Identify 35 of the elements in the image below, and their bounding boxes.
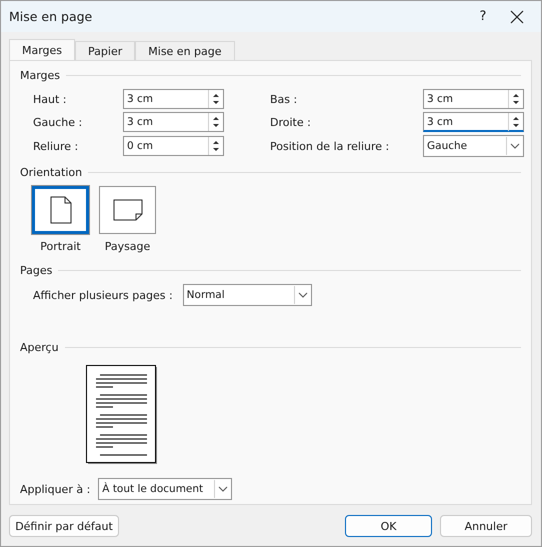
dropdown[interactable]: Gauche (423, 135, 524, 157)
field-label: Reliure : (33, 140, 80, 152)
dropdown[interactable]: À tout le document (98, 478, 232, 500)
close-icon[interactable] (509, 8, 525, 24)
section-heading: Aperçu (20, 340, 59, 354)
spin-field[interactable]: 3 cm (423, 112, 524, 132)
spin-field[interactable]: 3 cm (423, 89, 524, 109)
landscape-page-icon (112, 199, 142, 221)
window-title: Mise en page (9, 9, 94, 24)
dialog-button[interactable]: Définir par défaut (9, 515, 119, 537)
option-label: Paysage (104, 240, 150, 253)
ok-button[interactable]: OK (345, 515, 432, 537)
spin-field[interactable]: 0 cm (123, 136, 224, 156)
option-label: Portrait (40, 240, 81, 253)
spin-field[interactable]: 3 cm (123, 112, 224, 132)
field-label: Afficher plusieurs pages : (33, 288, 173, 302)
portrait-page-icon (50, 196, 72, 224)
dropdown[interactable]: Normal (182, 284, 312, 306)
help-button[interactable]: ? (463, 9, 503, 24)
tab[interactable]: Marges (9, 39, 76, 60)
field-label: Position de la reliure : (270, 140, 390, 152)
field-label: Bas : (270, 92, 298, 106)
tab[interactable]: Papier (75, 41, 136, 60)
portrait-option[interactable] (32, 186, 89, 234)
field-label: Gauche : (33, 116, 84, 128)
field-label: Haut : (33, 92, 68, 106)
spin-field[interactable]: 3 cm (123, 89, 224, 109)
landscape-option[interactable] (99, 186, 156, 234)
section-heading: Pages (20, 264, 52, 276)
section-heading: Orientation (20, 166, 82, 178)
section-heading: Marges (20, 68, 60, 82)
field-label: Droite : (270, 116, 312, 128)
field-label: Appliquer à : (20, 482, 90, 496)
dialog-button[interactable]: Annuler (440, 515, 532, 537)
tab[interactable]: Mise en page (135, 41, 235, 60)
